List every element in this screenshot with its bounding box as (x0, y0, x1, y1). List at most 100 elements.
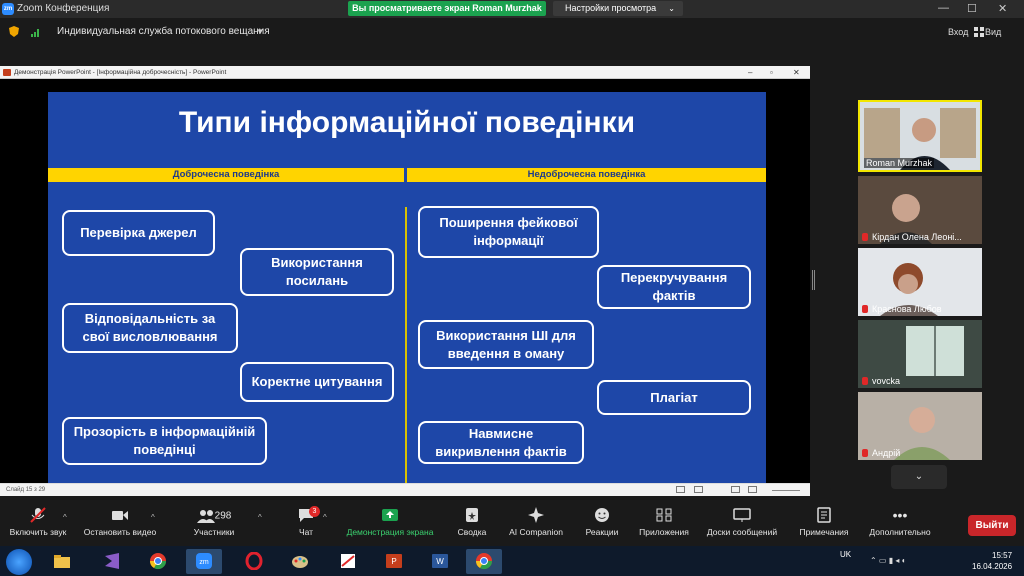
slide-area: Типи інформаційної поведінки Доброчесна … (0, 79, 810, 496)
whiteboards-button[interactable]: Доски сообщений (702, 507, 782, 537)
reading-view-icon[interactable] (748, 486, 757, 493)
chrome-icon (475, 553, 493, 570)
paint-icon (292, 556, 308, 568)
notes-button[interactable]: Примечания (794, 507, 854, 537)
clock-time: 15:57 (992, 551, 1013, 560)
start-button[interactable] (6, 549, 32, 575)
mic-muted-icon (862, 449, 868, 457)
summary-icon (466, 508, 478, 522)
box-responsibility: Відповідальність за свої висловлювання (62, 303, 238, 353)
box-spread-fakes: Поширення фейкової інформації (418, 206, 599, 258)
normal-view-icon[interactable] (694, 486, 703, 493)
view-options-label: Настройки просмотра (565, 3, 657, 13)
participants-button[interactable]: 298 Участники (184, 507, 244, 537)
mic-muted-icon (862, 305, 868, 313)
chevron-up-icon[interactable]: ^ (323, 513, 327, 522)
clock[interactable]: 15:57 16.04.2026 (972, 550, 1012, 572)
view-options-dropdown[interactable]: Настройки просмотра ⌄ (553, 1, 683, 16)
notes-icon[interactable] (676, 486, 685, 493)
chrome-icon (149, 553, 167, 570)
video-button[interactable]: Остановить видео (80, 507, 160, 537)
more-label: Дополнительно (869, 527, 931, 537)
whiteboards-label: Доски сообщений (706, 527, 778, 537)
sorter-view-icon[interactable] (731, 486, 740, 493)
chevron-up-icon[interactable]: ^ (63, 513, 67, 522)
ppt-minimize-icon: – (748, 68, 753, 77)
video-tile[interactable]: Краснова Любов (858, 248, 982, 316)
zoom-slider[interactable] (772, 490, 800, 491)
svg-text:zm: zm (199, 559, 209, 566)
resize-handle[interactable] (812, 270, 815, 290)
taskbar-chrome-2[interactable] (466, 549, 502, 574)
more-participants-button[interactable]: ⌄ (891, 465, 947, 489)
view-button[interactable]: Вид (985, 27, 1001, 37)
more-button[interactable]: ••• Дополнительно (866, 507, 934, 537)
box-correct-citation: Коректне цитування (240, 362, 394, 402)
caret-down-icon[interactable]: ▼ (256, 27, 264, 36)
taskbar-opera[interactable] (236, 549, 272, 574)
chevron-up-icon[interactable]: ^ (258, 513, 262, 522)
box-check-sources: Перевірка джерел (62, 210, 215, 256)
box-ai-deception: Використання ШІ для введення в оману (418, 320, 594, 369)
video-tile[interactable]: Андрій (858, 392, 982, 460)
chevron-up-icon[interactable]: ^ (151, 513, 155, 522)
powerpoint-icon: P (386, 554, 402, 568)
box-distortion: Перекручування фактів (597, 265, 751, 309)
close-button[interactable]: ✕ (998, 2, 1007, 15)
apps-label: Приложения (639, 527, 689, 537)
taskbar-zoom[interactable]: zm (186, 549, 222, 574)
taskbar-app[interactable] (330, 549, 366, 574)
chevron-down-icon: ⌄ (668, 4, 675, 13)
ppt-window-title: Демонстрація PowerPoint - [Інформаційна … (14, 69, 227, 76)
taskbar-vs[interactable] (94, 549, 130, 574)
video-tile[interactable]: vovcka (858, 320, 982, 388)
camera-icon (112, 511, 128, 520)
header-good-behavior: Доброчесна поведінка (48, 168, 404, 182)
mic-muted-icon (862, 377, 868, 385)
participant-name: vovcka (872, 376, 901, 386)
participant-name: Андрій (872, 448, 901, 458)
column-divider (405, 207, 407, 489)
mute-button[interactable]: Включить звук (6, 507, 70, 537)
summary-label: Сводка (457, 527, 487, 537)
clock-date: 16.04.2026 (972, 562, 1013, 571)
apps-button[interactable]: Приложения (636, 507, 692, 537)
video-tile[interactable]: Кірдан Олена Леоні... (858, 176, 982, 244)
maximize-button[interactable]: ☐ (967, 2, 977, 15)
chevron-down-icon: ⌄ (914, 471, 924, 482)
document-icon (341, 554, 355, 568)
people-icon (196, 510, 215, 524)
ppt-maximize-icon: ▫ (770, 68, 773, 77)
taskbar-paint[interactable] (282, 549, 318, 574)
enter-button[interactable]: Вход (948, 27, 968, 37)
reactions-button[interactable]: Реакции (582, 507, 622, 537)
participant-name: Roman Murzhak (864, 158, 935, 168)
taskbar-explorer[interactable] (44, 549, 80, 574)
language-indicator[interactable]: UK (840, 550, 851, 559)
taskbar-powerpoint[interactable]: P (376, 549, 412, 574)
minimize-button[interactable]: — (938, 2, 949, 14)
slide-counter: Слайд 15 з 29 (6, 487, 46, 493)
system-tray[interactable]: UK (840, 550, 851, 559)
ai-companion-button[interactable]: AI Companion (505, 507, 567, 537)
opera-icon (245, 552, 263, 570)
video-tile-active-speaker[interactable]: Roman Murzhak (858, 100, 982, 172)
slide: Типи інформаційної поведінки Доброчесна … (48, 92, 766, 496)
stream-service-label[interactable]: Индивидуальная служба потокового вещания (57, 26, 270, 37)
header-bad-behavior: Недоброчесна поведінка (407, 168, 766, 182)
signal-icon[interactable] (30, 26, 42, 38)
ppt-close-icon: ✕ (793, 68, 800, 77)
taskbar-chrome[interactable] (140, 549, 176, 574)
shield-icon[interactable] (8, 25, 20, 38)
leave-button[interactable]: Выйти (968, 515, 1016, 536)
box-use-references: Використання посилань (240, 248, 394, 296)
smiley-icon (595, 508, 609, 522)
tray-icons[interactable]: ⌃ ▭ ▮ ◂ ◐ (870, 556, 906, 565)
visual-studio-icon (105, 553, 119, 569)
box-transparency: Прозорість в інформаційній поведінці (62, 417, 267, 465)
share-screen-button[interactable]: Демонстрация экрана (342, 507, 438, 537)
grid-icon (974, 27, 984, 37)
taskbar-word[interactable]: W (422, 549, 458, 574)
box-deliberate-distortion: Навмисне викривлення фактів (418, 421, 584, 464)
summary-button[interactable]: Сводка (452, 507, 492, 537)
